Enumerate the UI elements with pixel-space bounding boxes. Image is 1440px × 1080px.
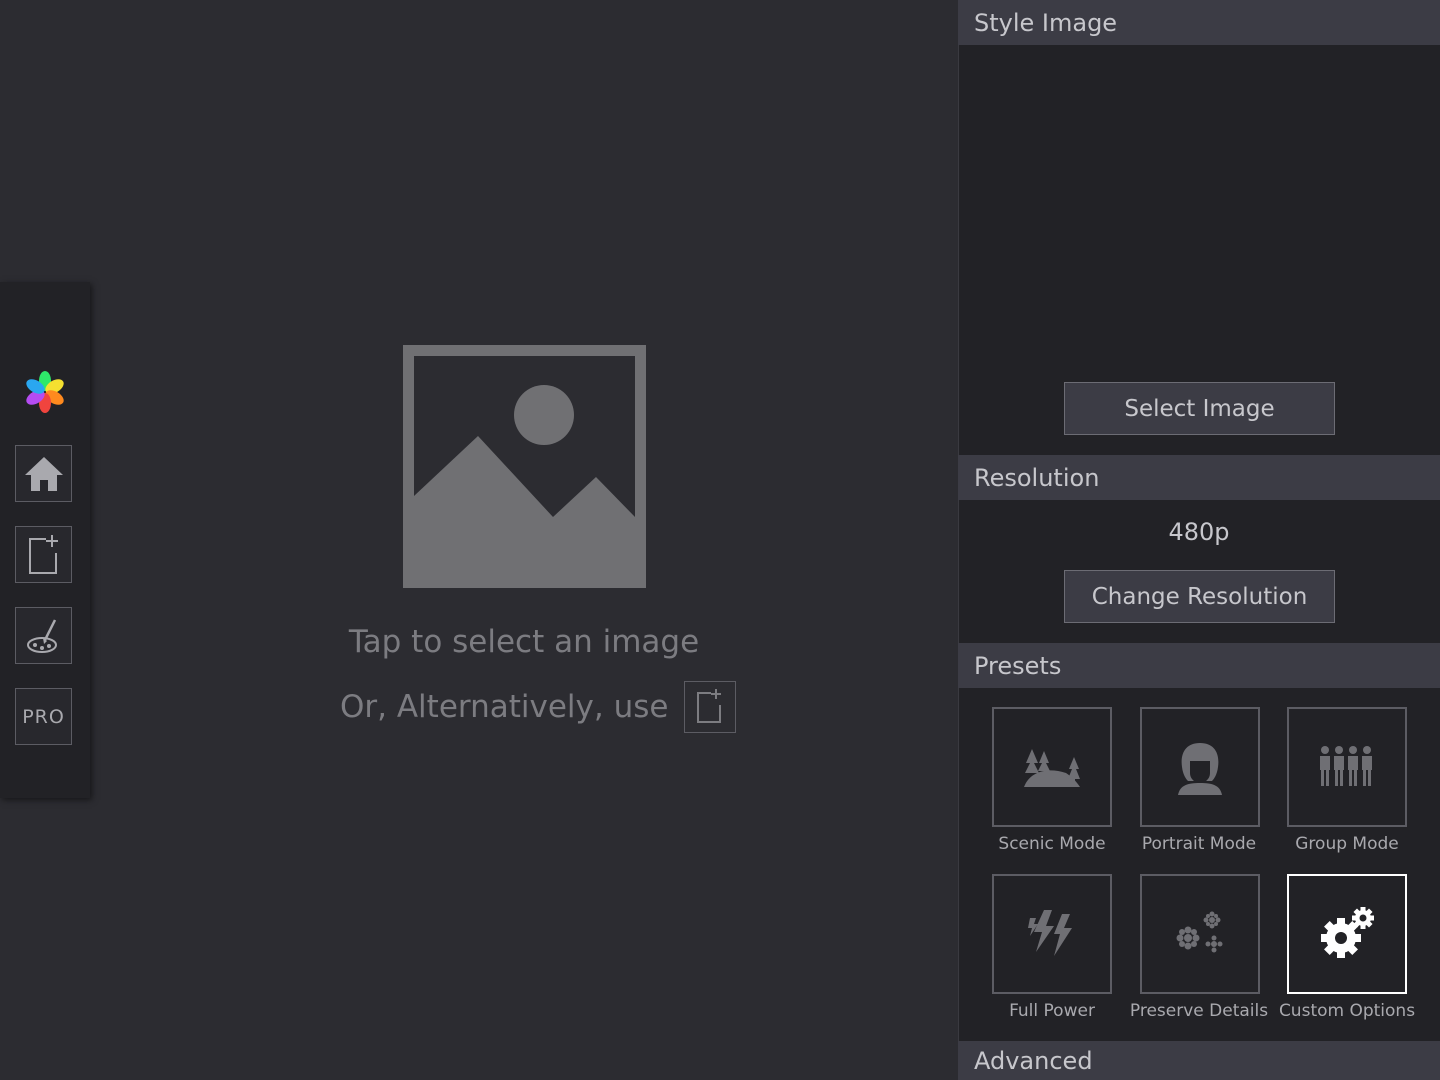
preset-group-mode[interactable]: [1287, 707, 1407, 827]
style-image-title: Style Image: [974, 8, 1118, 37]
preset-label-custom-options: Custom Options: [1278, 1001, 1416, 1021]
style-brush-button[interactable]: [15, 607, 72, 664]
landscape-icon: [1024, 749, 1080, 787]
image-placeholder-icon[interactable]: [403, 345, 646, 588]
preset-label-portrait: Portrait Mode: [1141, 834, 1257, 854]
alt-new-document-button[interactable]: [684, 681, 737, 733]
select-image-button[interactable]: Select Image: [1064, 382, 1335, 435]
presets-header: Presets: [958, 643, 1440, 688]
new-document-button[interactable]: [15, 526, 72, 583]
lightning-icon: [1028, 910, 1072, 956]
change-resolution-button[interactable]: Change Resolution: [1064, 570, 1335, 623]
home-icon: [24, 456, 63, 491]
preset-custom-options[interactable]: [1287, 874, 1407, 994]
preset-full-power[interactable]: [992, 874, 1112, 994]
details-icon: [1176, 911, 1223, 953]
advanced-header[interactable]: Advanced: [958, 1041, 1440, 1080]
group-icon: [1320, 746, 1372, 786]
tap-to-select-text[interactable]: Tap to select an image: [262, 624, 786, 660]
preset-preserve-details[interactable]: [1140, 874, 1260, 994]
gears-icon: [1321, 907, 1374, 958]
style-image-header: Style Image: [958, 0, 1440, 45]
preset-label-full-power: Full Power: [1009, 1001, 1095, 1021]
preset-scenic-mode[interactable]: [992, 707, 1112, 827]
preset-portrait-mode[interactable]: [1140, 707, 1260, 827]
new-document-icon: [28, 534, 58, 574]
preset-label-group: Group Mode: [1295, 834, 1399, 854]
portrait-icon: [1178, 743, 1222, 795]
resolution-value: 480p: [1168, 518, 1230, 546]
presets-title: Presets: [974, 651, 1062, 680]
pro-label: PRO: [22, 705, 65, 728]
home-button[interactable]: [15, 445, 72, 502]
alternative-row: Or, Alternatively, use: [340, 680, 737, 734]
preset-label-preserve-details: Preserve Details: [1129, 1001, 1269, 1021]
preset-label-scenic: Scenic Mode: [998, 834, 1106, 854]
new-document-icon: [697, 689, 722, 723]
alternative-text: Or, Alternatively, use: [340, 689, 669, 725]
app-logo-icon[interactable]: [20, 368, 70, 416]
resolution-title: Resolution: [974, 463, 1100, 492]
brush-palette-icon: [26, 618, 57, 653]
resolution-header: Resolution: [958, 455, 1440, 500]
advanced-title: Advanced: [974, 1046, 1093, 1075]
pro-button[interactable]: PRO: [15, 688, 72, 745]
